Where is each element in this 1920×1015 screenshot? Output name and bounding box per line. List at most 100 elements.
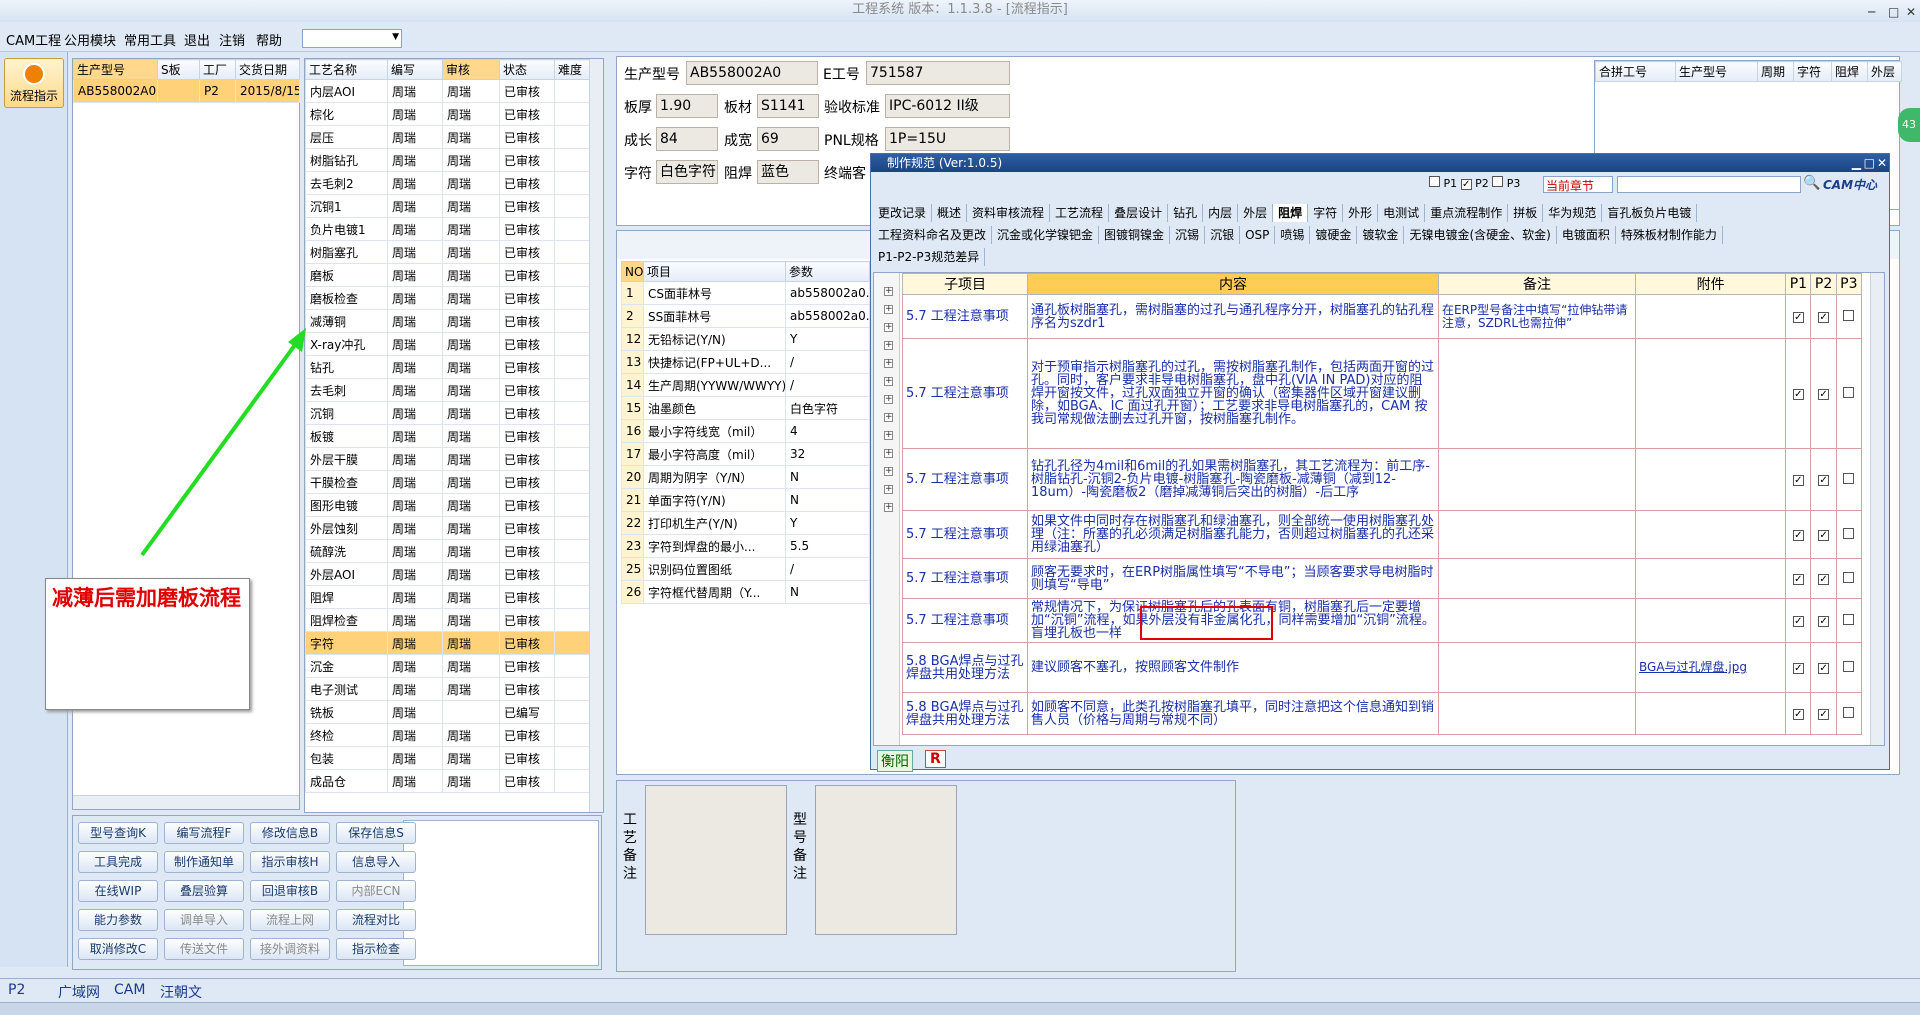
tab-item[interactable]: 叠层设计 — [1109, 204, 1169, 222]
table-row[interactable]: 20 周期为阴字（Y/N） N — [621, 465, 870, 489]
char-field[interactable]: 白色字符 — [656, 160, 718, 184]
table-row[interactable]: 21 单面字符(Y/N) N — [621, 488, 870, 512]
table-row[interactable]: 去毛刺 周瑞 周瑞 已审核 — [305, 378, 590, 402]
col-header[interactable]: NO — [621, 261, 644, 282]
table-row[interactable]: 阻焊检查 周瑞 周瑞 已审核 — [305, 608, 590, 632]
p3-checkbox[interactable] — [1492, 176, 1504, 187]
p2-checkbox[interactable]: ✓ — [1818, 475, 1830, 486]
p3-checkbox[interactable] — [1843, 472, 1855, 484]
col-header[interactable]: 附件 — [1635, 273, 1787, 295]
table-row[interactable]: 17 最小字符高度（mil） 32 — [621, 442, 870, 466]
expand-icon[interactable]: + — [884, 341, 893, 350]
table-row[interactable]: 减薄铜 周瑞 周瑞 已审核 — [305, 309, 590, 333]
tab-item[interactable]: 工程资料命名及更改 — [873, 226, 993, 244]
maximize-icon[interactable]: □ — [1888, 2, 1899, 22]
table-row[interactable]: 23 字符到焊盘的最小... 5.5 — [621, 534, 870, 558]
tab-item[interactable]: 电镀面积 — [1557, 226, 1616, 244]
tab-item[interactable]: 字符 — [1308, 204, 1344, 222]
p1-checkbox[interactable]: ✓ — [1792, 663, 1804, 674]
table-row[interactable]: 负片电镀1 周瑞 周瑞 已审核 — [305, 217, 590, 241]
table-row[interactable]: 磨板检查 周瑞 周瑞 已审核 — [305, 286, 590, 310]
action-button[interactable]: 修改信息B — [250, 822, 330, 844]
expand-icon[interactable]: + — [884, 449, 893, 458]
cell-att[interactable] — [1635, 510, 1787, 559]
p1-checkbox[interactable]: ✓ — [1792, 709, 1804, 720]
tab-item[interactable]: 无镍电镀金(含硬金、软金) — [1404, 226, 1557, 244]
expand-icon[interactable]: + — [884, 467, 893, 476]
action-button[interactable]: 流程对比 — [336, 909, 416, 931]
action-button[interactable]: 在线WIP — [78, 880, 158, 902]
expand-icon[interactable]: + — [884, 323, 893, 332]
p2-checkbox[interactable]: ✓ — [1818, 530, 1830, 541]
search-icon[interactable]: 🔍 — [1803, 175, 1820, 191]
table-row[interactable]: AB558002A0 P2 2015/8/15 — [73, 79, 300, 103]
tab-item[interactable]: 工艺流程 — [1050, 204, 1110, 222]
action-button[interactable]: 传送文件 — [164, 938, 244, 960]
table-row[interactable]: 外层干膜 周瑞 周瑞 已审核 — [305, 447, 590, 471]
dialog-close-icon[interactable]: ✕ — [1877, 154, 1887, 172]
tab-item[interactable]: 资料审核流程 — [967, 204, 1051, 222]
tab-item[interactable]: 沉金或化学镍钯金 — [992, 226, 1100, 244]
col-header[interactable]: 工厂 — [199, 59, 236, 80]
dialog-maximize-icon[interactable]: □ — [1864, 154, 1875, 172]
cell-att[interactable] — [1635, 294, 1787, 339]
expand-icon[interactable]: + — [884, 485, 893, 494]
p3-checkbox[interactable] — [1843, 706, 1855, 718]
col-header[interactable]: 工艺名称 — [305, 59, 388, 80]
p1-checkbox[interactable]: ✓ — [1792, 616, 1804, 627]
side-widget[interactable]: 43 — [1898, 108, 1920, 142]
table-row[interactable]: 15 油墨颜色 白色字符 — [621, 396, 870, 420]
action-button[interactable]: 工具完成 — [78, 851, 158, 873]
col-header[interactable]: P3 — [1835, 273, 1863, 295]
col-header[interactable]: 内容 — [1026, 273, 1439, 295]
tab-item[interactable]: 阻焊 — [1273, 204, 1309, 222]
col-header[interactable]: 项目 — [643, 261, 786, 282]
table-row[interactable]: 5.7 工程注意事项 通孔板树脂塞孔，需树脂塞的过孔与通孔程序分开，树脂塞孔的钻孔… — [902, 294, 1863, 339]
expand-icon[interactable]: + — [884, 503, 893, 512]
table-row[interactable]: 板镀 周瑞 周瑞 已审核 — [305, 424, 590, 448]
p3-checkbox[interactable] — [1843, 386, 1855, 398]
table-row[interactable]: 沉铜 周瑞 周瑞 已审核 — [305, 401, 590, 425]
cell-att[interactable] — [1635, 338, 1787, 449]
table-row[interactable]: 5.8 BGA焊点与过孔焊盘共用处理方法 建议顾客不塞孔，按照顾客文件制作 BGA与… — [902, 642, 1863, 693]
expand-icon[interactable]: + — [884, 413, 893, 422]
p2-checkbox[interactable]: ✓ — [1818, 389, 1830, 400]
p3-checkbox[interactable] — [1843, 613, 1855, 625]
tab-item[interactable]: 喷锡 — [1275, 226, 1311, 244]
p1-checkbox[interactable] — [1429, 176, 1440, 187]
action-button[interactable]: 取消修改C — [78, 938, 158, 960]
table-row[interactable]: 16 最小字符线宽（mil） 4 — [621, 419, 870, 443]
action-button[interactable]: 内部ECN — [336, 880, 416, 902]
table-row[interactable]: 外层蚀刻 周瑞 周瑞 已审核 — [305, 516, 590, 540]
action-button[interactable]: 型号查询K — [78, 822, 158, 844]
table-row[interactable]: 层压 周瑞 周瑞 已审核 — [305, 125, 590, 149]
table-row[interactable]: 磨板 周瑞 周瑞 已审核 — [305, 263, 590, 287]
col-header[interactable]: 难度 — [554, 59, 590, 80]
col-header[interactable]: 阻焊 — [1831, 61, 1868, 82]
p3-checkbox[interactable] — [1843, 527, 1855, 539]
model-note-field[interactable] — [815, 785, 957, 935]
menu-common-modules[interactable]: 公用模块 — [64, 30, 116, 49]
table-row[interactable]: 外层AOI 周瑞 周瑞 已审核 — [305, 562, 590, 586]
cell-att[interactable] — [1635, 558, 1787, 599]
tab-item[interactable]: 更改记录 — [873, 204, 933, 222]
p2-checkbox[interactable]: ✓ — [1818, 312, 1830, 323]
table-row[interactable]: 13 快捷标记(FP+UL+D... / — [621, 350, 870, 374]
table-row[interactable]: 5.7 工程注意事项 对于预审指示树脂塞孔的过孔，需按树脂塞孔制作，包括两面开窗的… — [902, 338, 1863, 449]
cell-att[interactable] — [1635, 598, 1787, 643]
length-field[interactable]: 84 — [656, 127, 718, 151]
col-header[interactable]: 外层 — [1867, 61, 1902, 82]
table-row[interactable]: 1 CS面菲林号 ab558002a0. — [621, 281, 870, 305]
p2-checkbox[interactable]: ✓ — [1818, 574, 1830, 585]
table-row[interactable]: 成品仓 周瑞 周瑞 已审核 — [305, 769, 590, 793]
tab-item[interactable]: 华为规范 — [1543, 204, 1603, 222]
table-row[interactable]: 22 打印机生产(Y/N) Y — [621, 511, 870, 535]
close-icon[interactable]: ✕ — [1906, 2, 1916, 22]
table-row[interactable]: X-ray冲孔 周瑞 周瑞 已审核 — [305, 332, 590, 356]
pnl-field[interactable]: 1P=15U — [885, 127, 1010, 151]
col-header[interactable]: P2 — [1810, 273, 1837, 295]
minimize-icon[interactable]: ─ — [1868, 2, 1875, 22]
tab-item[interactable]: 内层 — [1203, 204, 1239, 222]
vertical-scrollbar[interactable] — [589, 59, 603, 812]
tab-item[interactable]: 图镀铜镍金 — [1099, 226, 1171, 244]
